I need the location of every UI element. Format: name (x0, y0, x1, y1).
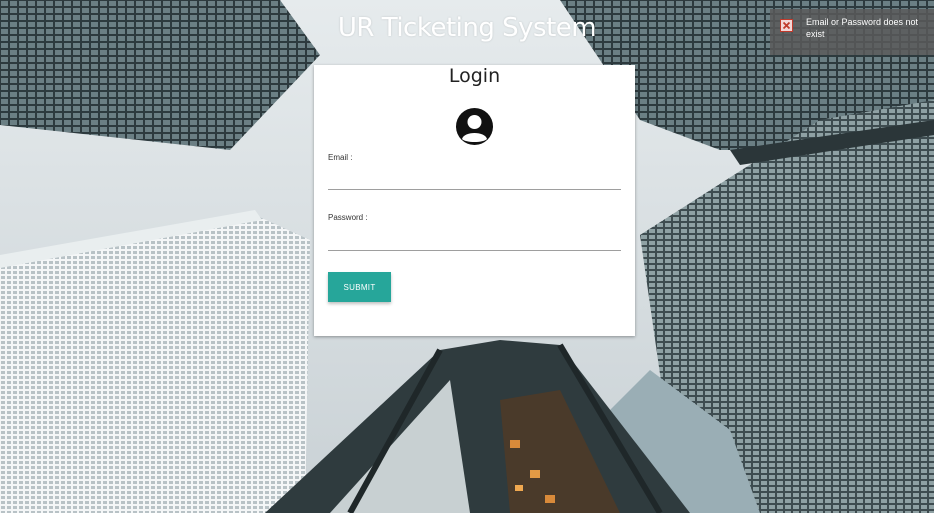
login-card: Login Email : Password : SUBMIT (314, 65, 635, 336)
email-label: Email : (328, 153, 353, 162)
login-title: Login (448, 65, 501, 87)
toast-message: Email or Password does not exist (806, 17, 919, 39)
error-toast: Email or Password does not exist (770, 9, 934, 55)
password-label: Password : (328, 213, 368, 222)
user-avatar-icon (456, 108, 493, 145)
password-field[interactable] (328, 232, 621, 251)
submit-button[interactable]: SUBMIT (328, 272, 391, 302)
error-close-icon[interactable] (780, 19, 793, 32)
email-field[interactable] (328, 171, 621, 190)
